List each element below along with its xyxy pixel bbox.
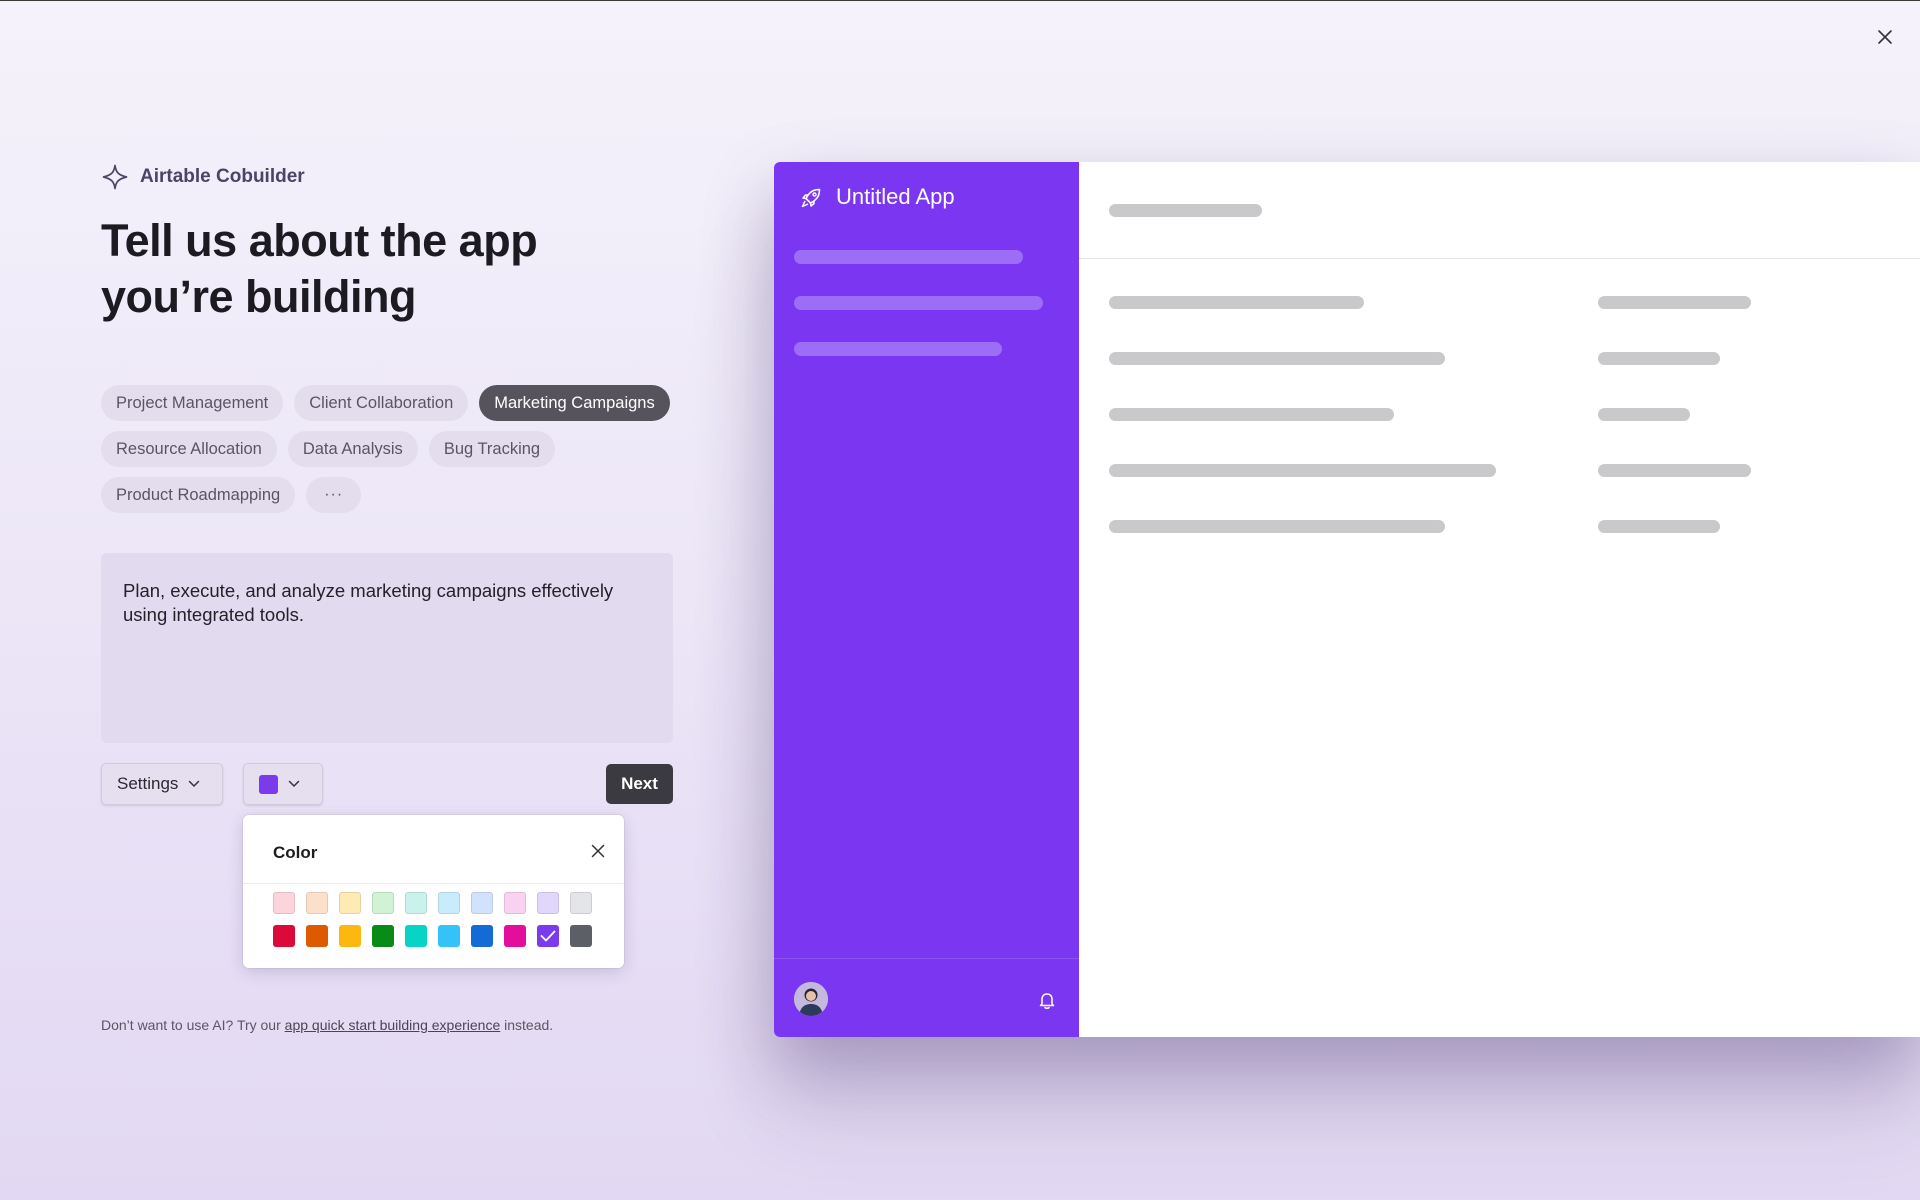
color-swatch[interactable] — [339, 925, 361, 947]
chevron-down-icon — [189, 780, 200, 787]
chip-marketing-campaigns[interactable]: Marketing Campaigns — [479, 385, 670, 421]
table-skeleton-bar — [1598, 408, 1690, 421]
preview-header-divider — [1079, 258, 1920, 259]
app-description-input[interactable]: Plan, execute, and analyze marketing cam… — [101, 553, 673, 743]
sidebar-skeleton-bar — [794, 250, 1023, 264]
app-preview: Untitled App — [774, 162, 1920, 1037]
settings-label: Settings — [117, 774, 179, 793]
bell-icon — [1039, 993, 1055, 1009]
table-skeleton-bar — [1109, 464, 1496, 477]
color-swatch[interactable] — [339, 892, 361, 914]
color-swatch[interactable] — [570, 892, 592, 914]
preview-sidebar: Untitled App — [774, 162, 1079, 1037]
divider — [243, 883, 624, 884]
table-skeleton-bar — [1598, 352, 1720, 365]
sparkle-icon — [102, 164, 128, 190]
chip-bug-tracking[interactable]: Bug Tracking — [428, 431, 556, 467]
more-chips-button[interactable]: ··· — [306, 477, 362, 513]
chip-data-analysis[interactable]: Data Analysis — [287, 431, 418, 467]
color-dropdown[interactable] — [243, 763, 323, 805]
footnote-suffix: instead. — [500, 1017, 554, 1033]
table-skeleton-bar — [1598, 296, 1751, 309]
sidebar-skeleton-bar — [794, 342, 1002, 356]
brand-label: Airtable Cobuilder — [140, 166, 305, 187]
table-skeleton-bar — [1598, 520, 1720, 533]
chip-product-roadmapping[interactable]: Product Roadmapping — [101, 477, 296, 513]
brand: Airtable Cobuilder — [102, 164, 305, 190]
page-title: Tell us about the app you’re building — [101, 213, 661, 325]
preview-app-title: Untitled App — [836, 184, 955, 209]
color-swatch[interactable] — [273, 892, 295, 914]
table-skeleton-bar — [1109, 408, 1394, 421]
color-swatch[interactable] — [471, 892, 493, 914]
color-swatch[interactable] — [438, 892, 460, 914]
footnote-prefix: Don’t want to use AI? Try our — [101, 1017, 285, 1033]
quick-start-link[interactable]: app quick start building experience — [285, 1017, 501, 1033]
close-icon — [591, 844, 605, 858]
chip-project-management[interactable]: Project Management — [101, 385, 284, 421]
chevron-down-icon — [288, 780, 300, 787]
table-skeleton-bar — [1109, 520, 1445, 533]
chip-client-collaboration[interactable]: Client Collaboration — [294, 385, 469, 421]
user-avatar-icon — [794, 982, 828, 1016]
use-case-chips: Project Management Client Collaboration … — [101, 385, 701, 513]
header-skeleton-bar — [1109, 204, 1262, 217]
page-title-line-1: Tell us about the app — [101, 215, 538, 266]
close-button[interactable] — [1870, 22, 1900, 52]
chip-resource-allocation[interactable]: Resource Allocation — [101, 431, 277, 467]
color-swatch[interactable] — [471, 925, 493, 947]
rocket-icon — [801, 188, 821, 208]
settings-dropdown[interactable]: Settings — [101, 763, 223, 805]
page-title-line-2: you’re building — [101, 271, 417, 322]
next-button[interactable]: Next — [606, 764, 673, 804]
color-swatch[interactable] — [537, 892, 559, 914]
table-skeleton-bar — [1109, 352, 1445, 365]
color-swatch[interactable] — [372, 925, 394, 947]
color-swatch[interactable] — [504, 892, 526, 914]
color-swatch[interactable] — [504, 925, 526, 947]
current-color-swatch — [259, 774, 278, 794]
color-swatch[interactable] — [306, 925, 328, 947]
color-swatch[interactable] — [306, 892, 328, 914]
table-skeleton-bar — [1598, 464, 1751, 477]
sidebar-divider — [774, 958, 1079, 959]
color-popover-close-button[interactable] — [580, 833, 616, 869]
avatar — [794, 982, 828, 1016]
color-popover: Color — [243, 815, 624, 968]
window-top-border — [0, 0, 1920, 1]
sidebar-skeleton-bar — [794, 296, 1043, 310]
color-swatch[interactable] — [570, 925, 592, 947]
color-swatch[interactable] — [273, 925, 295, 947]
color-swatch[interactable] — [438, 925, 460, 947]
footnote: Don’t want to use AI? Try our app quick … — [101, 1017, 553, 1033]
checkmark-icon — [540, 930, 556, 942]
close-icon — [1878, 30, 1892, 44]
color-swatch[interactable] — [405, 892, 427, 914]
color-swatch-grid — [273, 892, 592, 947]
color-swatch[interactable] — [405, 925, 427, 947]
table-skeleton-bar — [1109, 296, 1364, 309]
color-popover-title: Color — [273, 843, 318, 862]
color-swatch-selected[interactable] — [537, 925, 559, 947]
color-swatch[interactable] — [372, 892, 394, 914]
